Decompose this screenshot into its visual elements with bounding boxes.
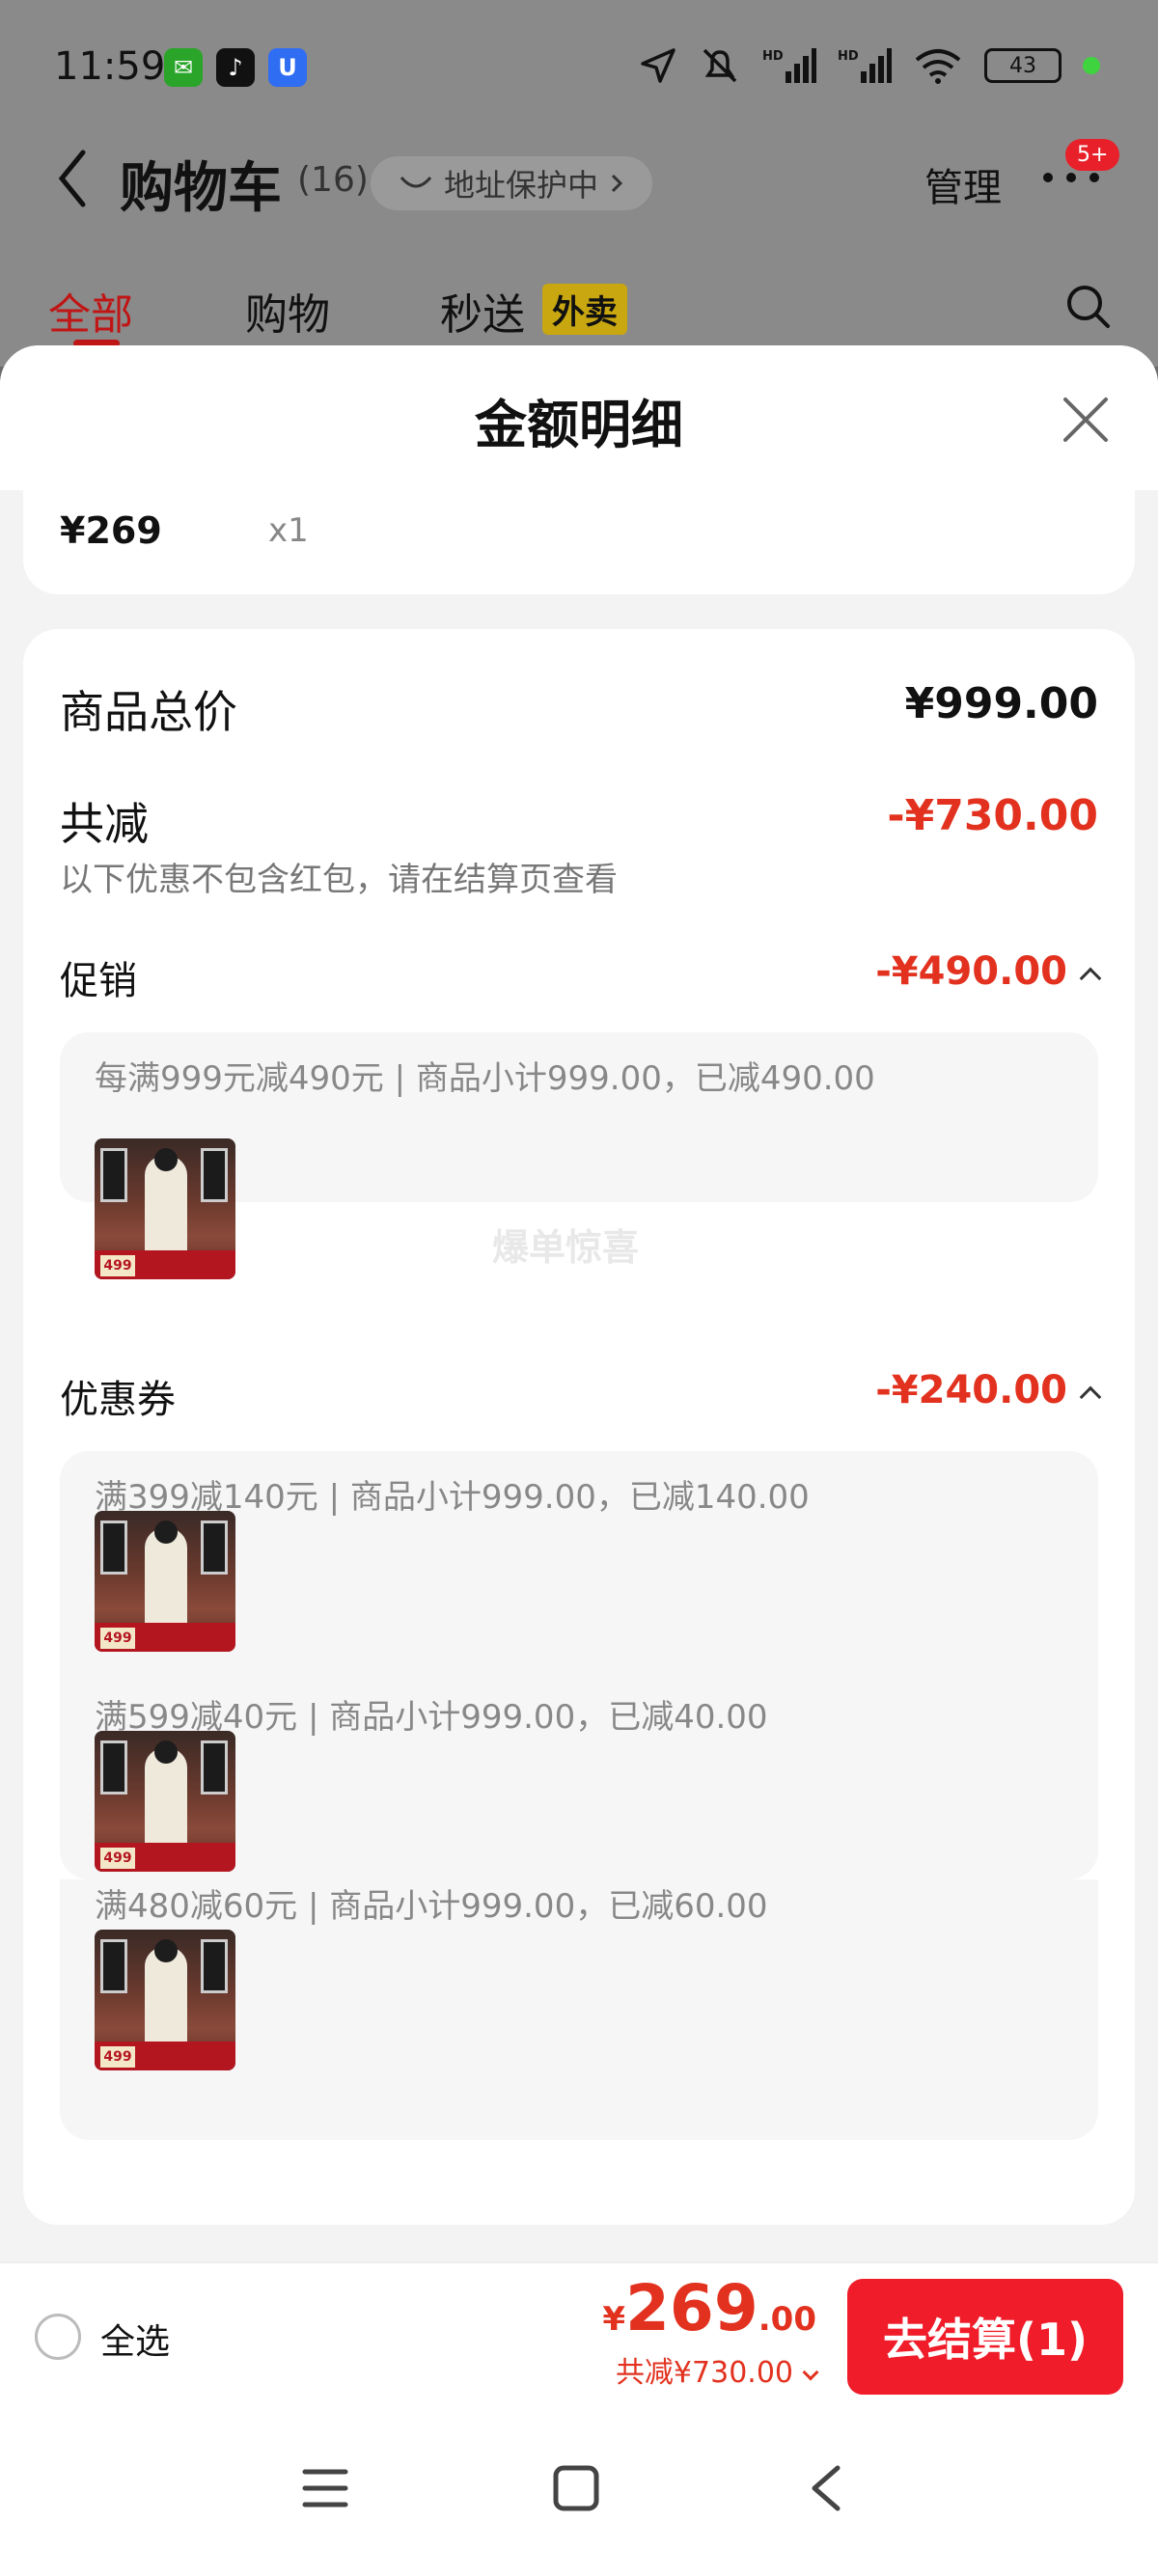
saved-amount: 共减¥730.00 (615, 2356, 793, 2390)
search-icon[interactable] (1065, 284, 1112, 330)
tiktok-icon: ♪ (216, 48, 255, 87)
reduce-note: 以下优惠不包含红包，请在结算页查看 (60, 861, 618, 899)
status-indicators: HD HD 43 (639, 46, 1100, 85)
select-all-label[interactable]: 全选 (100, 2314, 170, 2364)
address-pill-label: 地址保护中 (444, 167, 599, 204)
checkout-button[interactable]: 去结算(1) (847, 2279, 1123, 2395)
tab-shopping[interactable]: 购物 (245, 280, 330, 342)
tab-fast-delivery[interactable]: 秒送 (440, 280, 525, 342)
amount-detail-sheet: 金额明细 ¥269 x1 商品总价 ¥999.00 共减 -¥730.00 以下… (0, 345, 1158, 2576)
watermark-text: 爆单惊喜 (492, 1226, 640, 1269)
promo-value: -¥490.00 (875, 949, 1067, 994)
privacy-dot (1083, 57, 1100, 74)
coupon-value: -¥240.00 (875, 1368, 1067, 1412)
close-icon[interactable] (1060, 394, 1112, 446)
mute-icon (703, 48, 737, 83)
address-protection-pill[interactable]: 地址保护中 (371, 156, 653, 210)
manage-button[interactable]: 管理 (924, 156, 1002, 212)
signal-icon-2: HD (838, 48, 892, 83)
back-icon[interactable] (807, 2464, 845, 2512)
u-app-icon: U (268, 48, 307, 87)
page-title: 购物车 (120, 157, 282, 220)
chevron-right-icon (611, 174, 623, 193)
home-icon[interactable] (552, 2464, 600, 2512)
total-currency: ¥ (602, 2300, 625, 2339)
svg-text:HD: HD (838, 49, 859, 64)
product-thumbnail[interactable]: 499 (95, 1138, 235, 1279)
wifi-icon (915, 49, 961, 84)
message-badge: 5+ (1065, 139, 1120, 171)
chevron-down-icon (802, 2364, 819, 2381)
total-reduce-value: -¥730.00 (887, 791, 1098, 840)
battery-indicator: 43 (984, 48, 1062, 83)
checkout-bar: 全选 ¥269.00 共减¥730.00 去结算(1) (0, 2261, 1158, 2406)
tab-all[interactable]: 全部 (48, 280, 133, 342)
back-chevron-icon[interactable] (54, 145, 93, 212)
status-time: 11:59 (54, 44, 166, 89)
more-dots-icon[interactable] (1042, 168, 1100, 187)
goods-total-value: ¥999.00 (904, 679, 1098, 728)
cart-tabs: 全部 购物 秒送 外卖 (0, 270, 1158, 347)
cart-item-summary: ¥269 x1 (23, 490, 1135, 594)
select-all-checkbox[interactable] (35, 2314, 81, 2360)
chevron-up-icon (1079, 1385, 1102, 1409)
product-thumbnail[interactable]: 499 (95, 1930, 235, 2070)
total-integer: 269 (624, 2271, 758, 2345)
coupon-label: 优惠券 (60, 1378, 176, 1422)
coupon-detail-box: 满399减140元 | 商品小计999.00，已减140.00 499 满599… (60, 1451, 1098, 1879)
cart-count: (16) (297, 160, 369, 200)
item-price: ¥269 (60, 509, 162, 552)
waimai-tag: 外卖 (542, 284, 627, 335)
status-app-icons: ✉ ♪ U (164, 48, 307, 87)
signal-icon: HD (762, 48, 816, 83)
coupon-rule-3: 满480减60元 | 商品小计999.00，已减60.00 (95, 1887, 768, 1926)
svg-text:HD: HD (762, 49, 784, 64)
product-thumbnail[interactable]: 499 (95, 1511, 235, 1652)
checkout-total: ¥269.00 (602, 2271, 816, 2345)
wechat-icon: ✉ (164, 48, 203, 87)
coupon-detail-box-continued: 满480减60元 | 商品小计999.00，已减60.00 499 (60, 1879, 1098, 2140)
sheet-header: 金额明细 (0, 345, 1158, 490)
total-decimal: .00 (758, 2300, 816, 2339)
item-quantity: x1 (268, 511, 309, 550)
promo-label: 促销 (60, 959, 137, 1003)
promo-detail-box: 每满999元减490元 | 商品小计999.00，已减490.00 499 爆单… (60, 1032, 1098, 1279)
location-icon (641, 48, 676, 83)
sheet-title: 金额明细 (475, 395, 683, 455)
coupon-toggle[interactable]: -¥240.00 (875, 1368, 1102, 1412)
promo-rule: 每满999元减490元 | 商品小计999.00，已减490.00 (95, 1059, 875, 1098)
total-reduce-label: 共减 (60, 798, 149, 850)
cart-navbar: 购物车 (16) 地址保护中 管理 5+ (0, 135, 1158, 232)
status-bar: 11:59 ✉ ♪ U HD HD 43 (0, 0, 1158, 135)
saved-amount-toggle[interactable]: 共减¥730.00 (615, 2348, 819, 2391)
chevron-up-icon (1079, 967, 1102, 990)
product-thumbnail[interactable]: 499 (95, 1731, 235, 1872)
smile-icon (400, 177, 432, 188)
menu-icon[interactable] (301, 2464, 349, 2512)
goods-total-label: 商品总价 (60, 686, 237, 738)
system-navigation-bar (0, 2406, 1158, 2576)
promo-toggle[interactable]: -¥490.00 (875, 949, 1102, 994)
background-page: 11:59 ✉ ♪ U HD HD 43 购物车 (16) 地址保护中 管理 5… (0, 0, 1158, 367)
